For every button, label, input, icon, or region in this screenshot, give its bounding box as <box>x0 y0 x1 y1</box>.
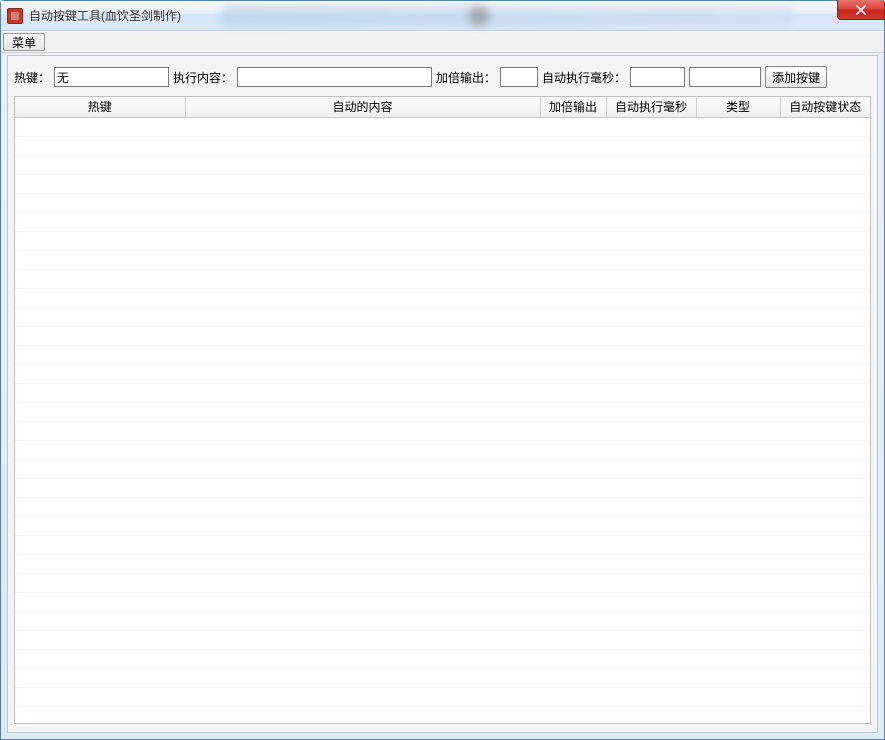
content-input[interactable] <box>237 67 432 87</box>
col-type[interactable]: 类型 <box>696 97 780 117</box>
menu-main[interactable]: 菜单 <box>3 33 45 51</box>
hotkey-input[interactable] <box>54 67 169 87</box>
double-output-input[interactable] <box>500 67 538 87</box>
col-status[interactable]: 自动按键状态 <box>780 97 870 117</box>
double-output-label: 加倍输出： <box>436 69 496 86</box>
window-title: 自动按键工具(血饮圣剑制作) <box>29 7 181 24</box>
auto-ms-input[interactable] <box>630 67 685 87</box>
close-icon <box>856 5 866 15</box>
auto-ms-label: 自动执行毫秒： <box>542 69 626 86</box>
col-hotkey[interactable]: 热键 <box>15 97 185 117</box>
menubar: 菜单 <box>1 31 884 53</box>
hotkey-label: 热键： <box>14 69 50 86</box>
app-icon <box>7 8 23 24</box>
keys-table-header: 热键 自动的内容 加倍输出 自动执行毫秒 类型 自动按键状态 <box>15 97 870 118</box>
keys-table: 热键 自动的内容 加倍输出 自动执行毫秒 类型 自动按键状态 <box>14 96 871 724</box>
close-button[interactable] <box>837 0 885 20</box>
keys-table-body[interactable] <box>15 118 870 724</box>
col-auto-content[interactable]: 自动的内容 <box>185 97 540 117</box>
client-area: 热键： 执行内容： 加倍输出： 自动执行毫秒： 添加按键 <box>7 55 878 733</box>
app-window: 自动按键工具(血饮圣剑制作) 菜单 热键： 执行内容： 加倍输出： 自动执行毫秒… <box>0 0 885 740</box>
add-key-button[interactable]: 添加按键 <box>765 66 827 88</box>
titlebar[interactable]: 自动按键工具(血饮圣剑制作) <box>1 1 884 31</box>
col-auto-ms[interactable]: 自动执行毫秒 <box>606 97 696 117</box>
type-select[interactable] <box>689 67 761 87</box>
input-toolbar: 热键： 执行内容： 加倍输出： 自动执行毫秒： 添加按键 <box>8 56 877 96</box>
content-label: 执行内容： <box>173 69 233 86</box>
aero-blur-background <box>221 5 794 27</box>
header-row: 热键 自动的内容 加倍输出 自动执行毫秒 类型 自动按键状态 <box>15 97 870 117</box>
col-double-output[interactable]: 加倍输出 <box>540 97 606 117</box>
